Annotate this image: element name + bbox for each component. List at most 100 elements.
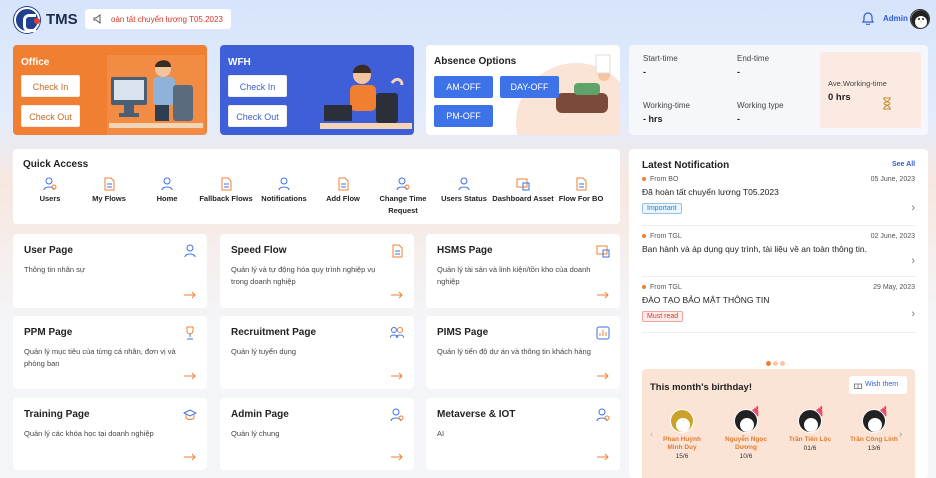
see-all-link[interactable]: See All xyxy=(892,161,915,168)
notification-item[interactable]: From TGL 29 May, 2023 ĐÀO TẠO BẢO MẬT TH… xyxy=(642,284,915,330)
qa-my-flows[interactable]: My Flows xyxy=(76,177,142,205)
qa-flow-for-bo-label: Flow For BO xyxy=(558,194,604,203)
hsms-page-card[interactable]: HSMS Page Quản lý tài sản và linh kiện/t… xyxy=(426,234,620,308)
page-card-title: PIMS Page xyxy=(437,327,489,338)
person-avatar xyxy=(670,409,694,433)
notification-text: Đã hoàn tất chuyển lương T05.2023 xyxy=(642,187,779,197)
wfh-check-out-button[interactable]: Check Out xyxy=(228,105,287,127)
user-settings-icon xyxy=(396,177,410,191)
page-card-title: PPM Page xyxy=(24,327,73,338)
arrow-right-icon[interactable] xyxy=(391,453,403,461)
recruitment-page-card[interactable]: Recruitment Page Quản lý tuyển dụng xyxy=(220,316,414,389)
user-page-card[interactable]: User Page Thông tin nhân sự xyxy=(13,234,207,308)
wish-them-button[interactable]: Wish them xyxy=(849,376,907,394)
page-card-desc: AI xyxy=(437,429,445,438)
chevron-right-icon[interactable]: › xyxy=(911,202,915,214)
qa-users-label: Users xyxy=(39,194,61,203)
pims-page-card[interactable]: PIMS Page Quản lý tiến độ dự án và thông… xyxy=(426,316,620,389)
office-card: Office Check In Check Out xyxy=(13,45,207,135)
page-card-title: User Page xyxy=(24,245,73,256)
page-card-desc: Thông tin nhân sự xyxy=(24,265,85,274)
ppm-page-card[interactable]: PPM Page Quản lý mục tiêu của từng cá nh… xyxy=(13,316,207,389)
metaverse-iot-card[interactable]: Metaverse & IOT AI xyxy=(426,398,620,470)
graduation-cap-icon xyxy=(183,409,197,420)
birthday-person[interactable]: Phan Huỳnh Minh Duy 15/6 xyxy=(657,409,707,460)
chevron-right-icon[interactable]: › xyxy=(911,255,915,267)
am-off-button[interactable]: AM-OFF xyxy=(434,76,493,98)
qa-users-status[interactable]: Users Status xyxy=(431,177,497,205)
page-card-title: Recruitment Page xyxy=(231,327,317,338)
wfh-check-in-button[interactable]: Check In xyxy=(228,75,287,97)
birthday-person[interactable]: Nguyễn Ngọc Dương 10/6 xyxy=(721,403,771,460)
announcement-ticker[interactable]: oàn tất chuyển lương T05.2023 xyxy=(85,9,231,29)
users-icon xyxy=(390,327,404,339)
arrow-right-icon[interactable] xyxy=(391,291,403,299)
user-avatar[interactable] xyxy=(910,9,930,29)
document-icon xyxy=(104,177,115,191)
qa-users[interactable]: Users xyxy=(17,177,83,205)
qa-notifications[interactable]: Notifications xyxy=(251,177,317,205)
office-check-out-button[interactable]: Check Out xyxy=(21,105,80,127)
page-card-title: Training Page xyxy=(24,409,90,420)
notification-item[interactable]: From BO 05 June, 2023 Đã hoàn tất chuyển… xyxy=(642,176,915,224)
page-card-desc: Quản lý mục tiêu của từng cá nhân, đơn v… xyxy=(24,347,176,368)
wfh-title: WFH xyxy=(228,57,251,68)
office-title: Office xyxy=(21,57,50,68)
page-card-desc: Quản lý tuyển dụng xyxy=(231,347,297,356)
chevron-left-icon[interactable]: ‹ xyxy=(650,429,653,440)
brand-name: TMS xyxy=(46,11,78,28)
document-icon xyxy=(576,177,587,191)
arrow-right-icon[interactable] xyxy=(391,372,403,380)
admin-page-card[interactable]: Admin Page Quản lý chung xyxy=(220,398,414,470)
person-name: Nguyễn Ngọc Dương xyxy=(725,436,767,451)
arrow-right-icon[interactable] xyxy=(184,291,196,299)
speed-flow-card[interactable]: Speed Flow Quản lý và tự động hóa quy tr… xyxy=(220,234,414,308)
qa-dashboard-asset-label: Dashboard Asset xyxy=(492,194,554,203)
divider xyxy=(642,332,915,333)
person-name: Trần Công Linh xyxy=(850,436,898,443)
top-header: TMS oàn tất chuyển lương T05.2023 Admin xyxy=(0,0,936,40)
qa-flow-for-bo[interactable]: Flow For BO xyxy=(548,177,614,205)
working-time-label: Working-time xyxy=(643,101,690,110)
qa-home[interactable]: Home xyxy=(134,177,200,205)
hourglass-icon xyxy=(883,97,891,110)
day-off-button[interactable]: DAY-OFF xyxy=(500,76,559,98)
arrow-right-icon[interactable] xyxy=(184,453,196,461)
quick-access-title: Quick Access xyxy=(23,159,89,170)
notification-text: Ban hành và áp dụng quy trình, tài liệu … xyxy=(642,244,867,254)
page-card-desc: Quản lý chung xyxy=(231,429,280,438)
arrow-right-icon[interactable] xyxy=(597,291,609,299)
birthday-person[interactable]: Trần Công Linh 13/6 xyxy=(849,403,899,452)
qa-fallback-flows[interactable]: Fallback Flows xyxy=(193,177,259,205)
user-name[interactable]: Admin xyxy=(883,14,908,23)
document-icon xyxy=(392,244,403,258)
admin-user-icon xyxy=(596,408,610,422)
notification-date: 02 June, 2023 xyxy=(870,233,915,240)
working-time-value: - hrs xyxy=(643,114,663,124)
company-logo[interactable] xyxy=(14,7,40,33)
office-check-in-button[interactable]: Check In xyxy=(21,75,80,97)
qa-add-flow[interactable]: Add Flow xyxy=(310,177,376,205)
chevron-right-icon[interactable]: › xyxy=(911,308,915,320)
bell-icon[interactable] xyxy=(862,12,874,25)
arrow-right-icon[interactable] xyxy=(184,372,196,380)
arrow-right-icon[interactable] xyxy=(597,372,609,380)
pm-off-button[interactable]: PM-OFF xyxy=(434,105,493,127)
page-card-desc: Quản lý các khóa học tại doanh nghiệp xyxy=(24,429,154,438)
training-page-card[interactable]: Training Page Quản lý các khóa học tại d… xyxy=(13,398,207,470)
asset-icon xyxy=(516,178,530,191)
chevron-right-icon[interactable]: › xyxy=(899,429,902,440)
qa-dashboard-asset[interactable]: Dashboard Asset xyxy=(490,177,556,205)
wish-them-label: Wish them xyxy=(865,381,899,388)
birthday-person[interactable]: Trần Tiến Lộc 01/6 xyxy=(785,403,835,452)
working-type-value: - xyxy=(737,114,740,124)
notification-text: ĐÀO TẠO BẢO MẬT THÔNG TIN xyxy=(642,295,770,305)
user-icon xyxy=(278,177,290,191)
person-name: Phan Huỳnh Minh Duy xyxy=(663,436,701,451)
notification-item[interactable]: From TGL 02 June, 2023 Ban hành và áp dụ… xyxy=(642,233,915,275)
megaphone-icon xyxy=(93,14,101,24)
avg-working-time-value: 0 hrs xyxy=(828,92,851,103)
qa-change-time-request[interactable]: Change Time Request xyxy=(370,177,436,217)
arrow-right-icon[interactable] xyxy=(597,453,609,461)
qa-add-flow-label: Add Flow xyxy=(326,194,360,203)
